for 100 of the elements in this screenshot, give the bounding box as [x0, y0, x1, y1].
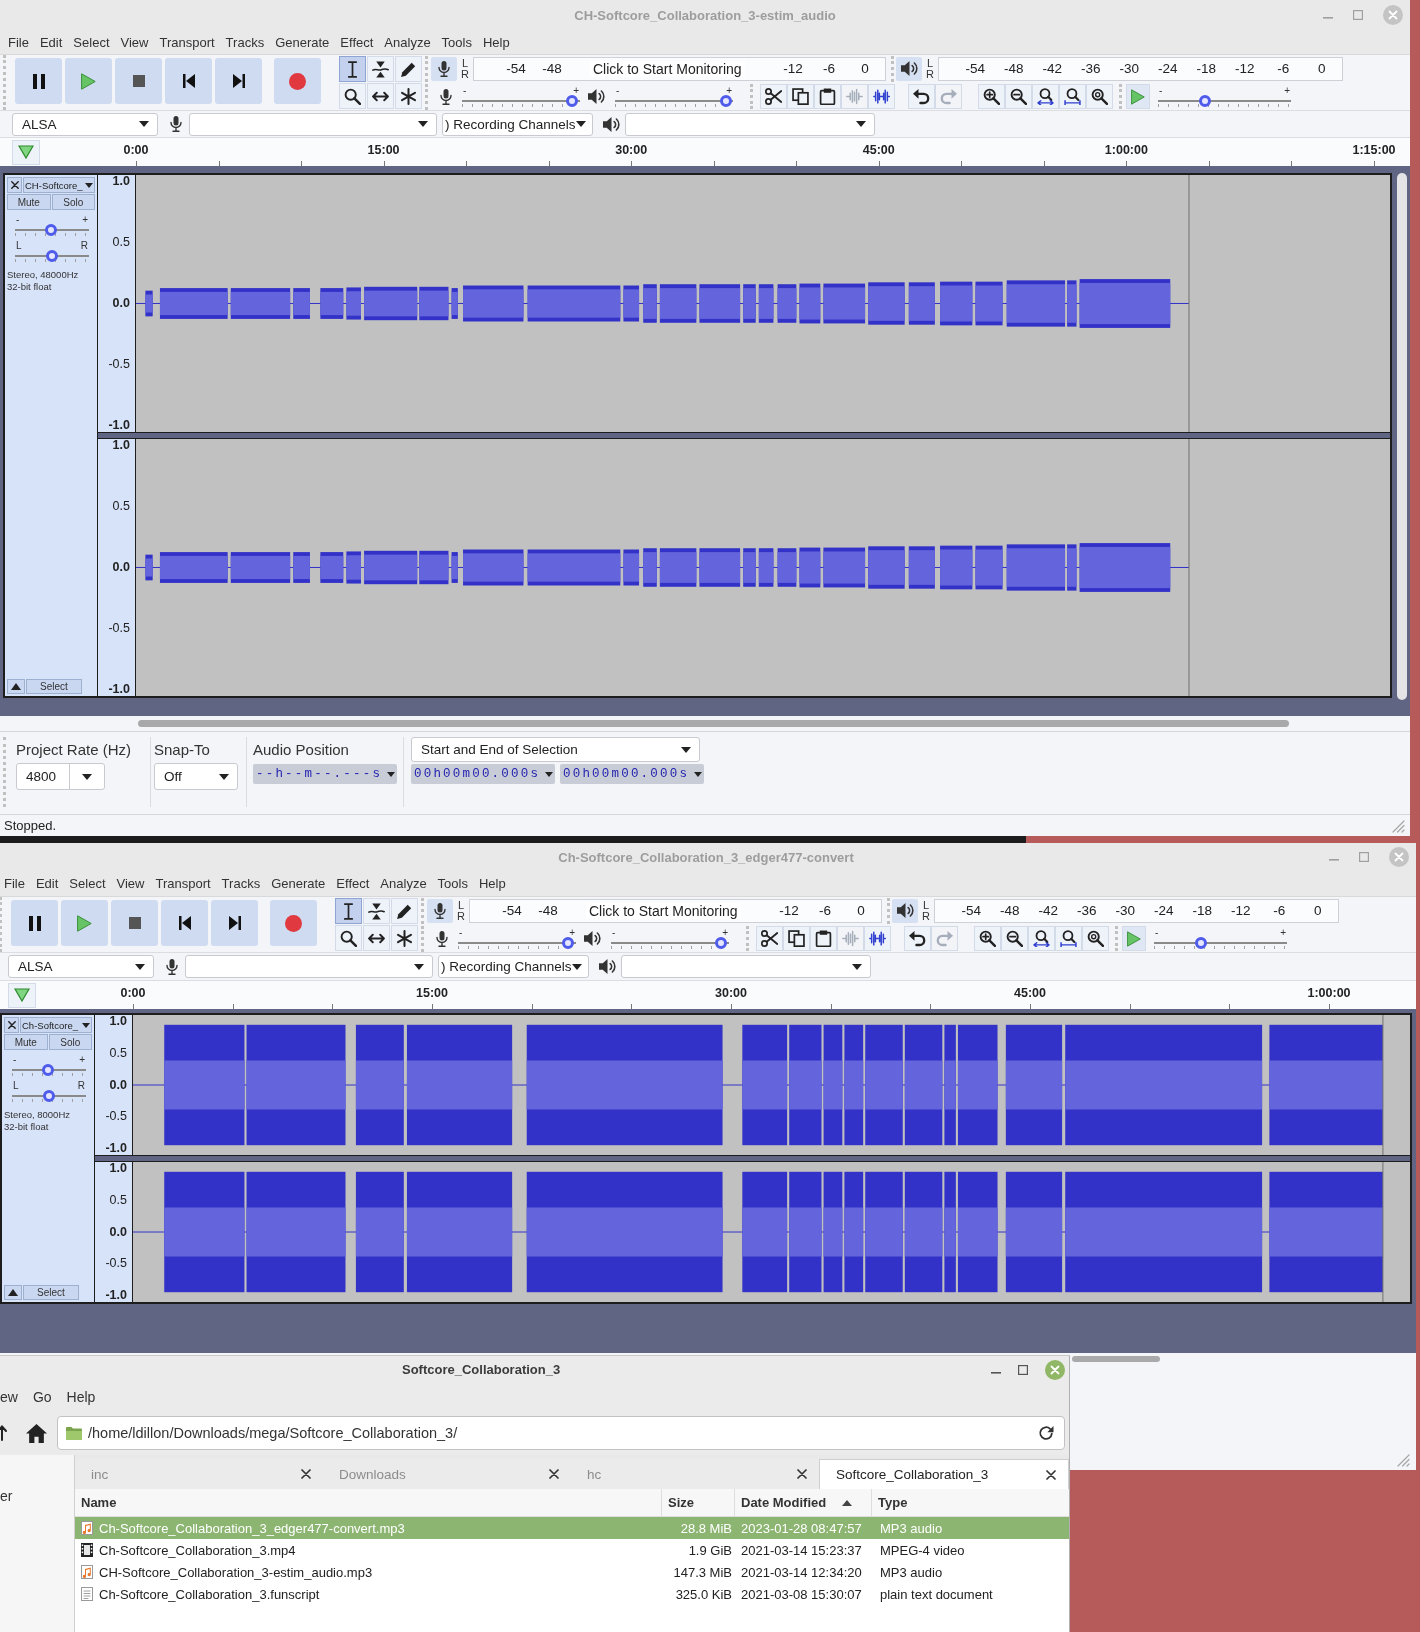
menu-item[interactable]: Tools	[432, 876, 474, 891]
column-header[interactable]: Type	[872, 1489, 1069, 1516]
slider-thumb[interactable]	[719, 95, 732, 107]
select-button[interactable]: Select	[26, 679, 82, 694]
copy-button[interactable]	[783, 926, 810, 951]
location-field[interactable]: /home/ldillon/Downloads/mega/Softcore_Collaboration_3/	[57, 1416, 1065, 1450]
zoom-out-button[interactable]	[1001, 926, 1028, 951]
undo-button[interactable]	[908, 84, 935, 109]
copy-button[interactable]	[787, 84, 814, 109]
zoom-tool-button[interactable]	[335, 925, 362, 951]
selection-end-readout[interactable]: 00h00m00.000s	[560, 764, 704, 784]
stop-button[interactable]	[115, 58, 162, 104]
collapse-button[interactable]	[4, 1285, 22, 1300]
menu-item[interactable]: Transport	[149, 876, 217, 891]
project-rate-combo[interactable]: 4800	[16, 763, 105, 790]
maximize-icon[interactable]	[1018, 1364, 1028, 1375]
pause-button[interactable]	[15, 58, 62, 104]
stop-button[interactable]	[111, 900, 158, 946]
selection-tool-button[interactable]	[339, 56, 366, 82]
menu-item[interactable]: Select	[63, 876, 111, 891]
envelope-tool-button[interactable]	[367, 56, 394, 82]
slider-thumb[interactable]	[714, 937, 727, 949]
slider-thumb[interactable]	[561, 937, 574, 949]
multi-tool-button[interactable]	[395, 83, 422, 109]
microphone-button[interactable]	[431, 56, 457, 81]
undo-button[interactable]	[904, 926, 931, 951]
selection-start-readout[interactable]: 00h00m00.000s	[411, 764, 555, 784]
paste-button[interactable]	[810, 926, 837, 951]
audio-host-dropdown[interactable]: ALSA	[8, 955, 154, 978]
menu-item[interactable]: Help	[477, 34, 516, 50]
collapse-button[interactable]	[7, 679, 25, 694]
multi-tool-button[interactable]	[391, 925, 418, 951]
menu-item[interactable]: File	[2, 34, 35, 50]
record-button[interactable]	[274, 58, 321, 104]
menu-item[interactable]: Tracks	[220, 34, 270, 50]
time-shift-tool-button[interactable]	[367, 83, 394, 109]
horizontal-scrollbar[interactable]	[138, 720, 1289, 727]
fit-selection-button[interactable]	[1032, 84, 1059, 109]
menu-item[interactable]: View	[111, 876, 150, 891]
fit-project-button[interactable]	[1055, 926, 1082, 951]
monitoring-hint[interactable]: Click to Start Monitoring	[590, 60, 745, 77]
playback-meter[interactable]: -54 -48 -42 -36 -30 -24 -18 -12 -6 0	[938, 56, 1343, 81]
menu-item[interactable]: View	[115, 34, 154, 50]
close-icon[interactable]	[301, 1469, 311, 1479]
cut-button[interactable]	[756, 926, 783, 951]
vertical-scrollbar[interactable]	[1397, 173, 1407, 700]
play-at-speed-button[interactable]	[1122, 926, 1146, 951]
menu-item[interactable]: ew	[0, 1389, 18, 1405]
slider-thumb[interactable]	[43, 1090, 55, 1102]
menu-item[interactable]: File	[0, 876, 31, 891]
slider-thumb[interactable]	[46, 250, 58, 262]
slider-thumb[interactable]	[44, 224, 57, 236]
recording-channels-dropdown[interactable]: ) Recording Channels	[438, 955, 589, 978]
menu-item[interactable]: Analyze	[378, 34, 437, 50]
playback-meter[interactable]: -54 -48 -42 -36 -30 -24 -18 -12 -6 0	[934, 898, 1339, 923]
audio-position-readout[interactable]: --h--m--.---s	[253, 764, 397, 784]
recording-meter[interactable]: -54 -48 Click to Start Monitoring -12 -6 0	[469, 898, 882, 923]
skip-to-start-button[interactable]	[161, 900, 208, 946]
silence-button[interactable]	[864, 926, 891, 951]
menu-item[interactable]: Tools	[436, 34, 478, 50]
close-icon[interactable]	[1046, 1469, 1056, 1480]
audio-host-dropdown[interactable]: ALSA	[12, 112, 158, 136]
selection-tool-button[interactable]	[335, 898, 362, 924]
menu-item[interactable]: Help	[66, 1389, 96, 1405]
skip-to-end-button[interactable]	[215, 58, 262, 104]
menu-item[interactable]: Edit	[30, 876, 64, 891]
pause-button[interactable]	[11, 900, 58, 946]
close-icon[interactable]	[797, 1469, 807, 1479]
draw-tool-button[interactable]	[391, 898, 418, 924]
menu-item[interactable]: Analyze	[374, 876, 433, 891]
solo-button[interactable]: Solo	[48, 1034, 92, 1050]
record-button[interactable]	[270, 900, 317, 946]
slider-thumb[interactable]	[41, 1064, 54, 1076]
menu-item[interactable]: Tracks	[216, 876, 266, 891]
menu-item[interactable]: Generate	[265, 876, 331, 891]
column-header[interactable]: Name	[75, 1489, 662, 1516]
monitoring-hint[interactable]: Click to Start Monitoring	[586, 902, 741, 919]
tab[interactable]: Softcore_Collaboration_3	[819, 1459, 1069, 1489]
menu-item[interactable]: Help	[473, 876, 512, 891]
menu-item[interactable]: Edit	[34, 34, 68, 50]
timeline-options-button[interactable]	[12, 139, 40, 165]
skip-to-end-button[interactable]	[211, 900, 258, 946]
recording-meter[interactable]: -54 -48 Click to Start Monitoring -12 -6 0	[473, 56, 886, 81]
track-name-menu[interactable]: CH-Softcore_	[23, 177, 95, 193]
skip-to-start-button[interactable]	[165, 58, 212, 104]
menu-item[interactable]: Select	[67, 34, 115, 50]
track-close-button[interactable]	[4, 1017, 19, 1033]
recording-channels-dropdown[interactable]: ) Recording Channels	[442, 112, 593, 136]
zoom-in-button[interactable]	[978, 84, 1005, 109]
time-shift-tool-button[interactable]	[363, 925, 390, 951]
draw-tool-button[interactable]	[395, 56, 422, 82]
menu-item[interactable]: Effect	[334, 34, 379, 50]
mute-button[interactable]: Mute	[4, 1034, 48, 1050]
zoom-toggle-button[interactable]	[1086, 84, 1113, 109]
microphone-button[interactable]	[427, 898, 453, 923]
menu-item[interactable]: Transport	[153, 34, 221, 50]
select-button[interactable]: Select	[23, 1285, 79, 1300]
close-icon[interactable]	[549, 1469, 559, 1479]
selection-mode-dropdown[interactable]: Start and End of Selection	[411, 737, 700, 762]
resize-grip-icon[interactable]	[1391, 818, 1405, 833]
